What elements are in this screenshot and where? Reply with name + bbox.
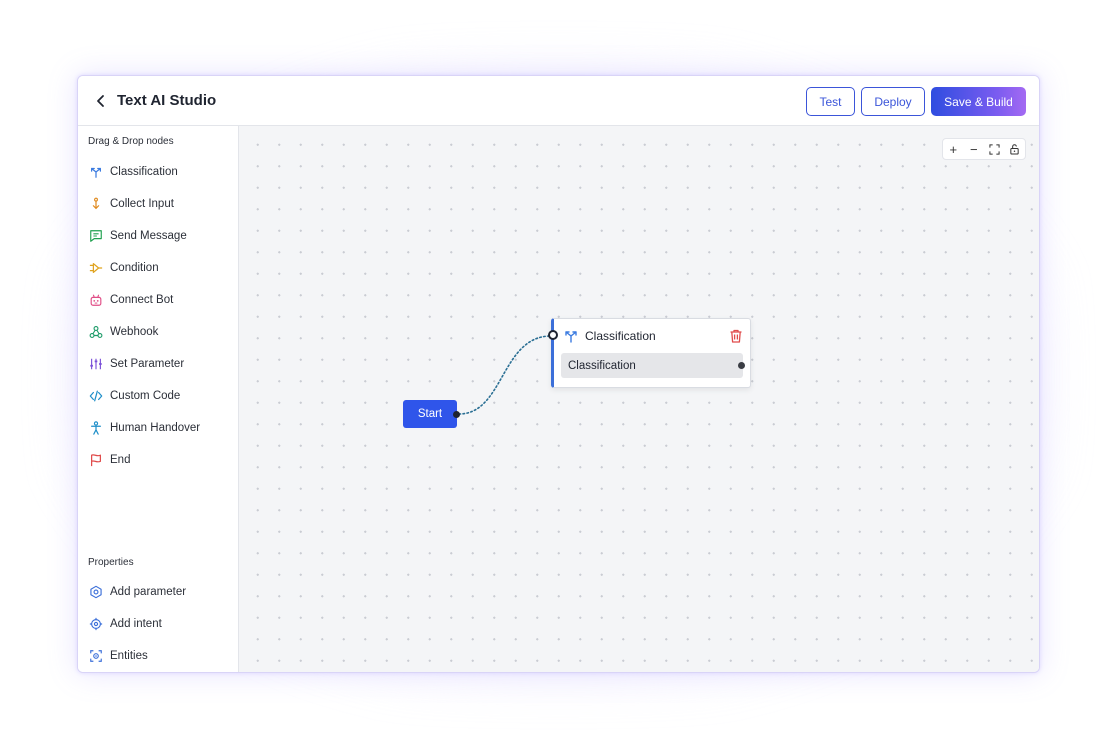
property-item-entities[interactable]: Entities: [88, 646, 228, 666]
nodes-section-title: Drag & Drop nodes: [88, 136, 174, 147]
classification-output-handle[interactable]: [738, 362, 745, 369]
add-parameter-icon: [88, 584, 104, 600]
start-node-output-handle[interactable]: [453, 411, 460, 418]
node-item-human-handover[interactable]: Human Handover: [88, 418, 228, 438]
classification-icon: [563, 328, 579, 344]
connect-bot-icon: [88, 292, 104, 308]
end-flag-icon: [88, 452, 104, 468]
collect-input-icon: [88, 196, 104, 212]
app-window: Text AI Studio Test Deploy Save & Build …: [77, 75, 1040, 673]
save-build-button[interactable]: Save & Build: [931, 87, 1026, 116]
node-item-set-parameter[interactable]: Set Parameter: [88, 354, 228, 374]
connection-edge: [458, 335, 552, 415]
properties-section-title: Properties: [88, 557, 134, 568]
condition-icon: [88, 260, 104, 276]
back-arrow-icon[interactable]: [93, 93, 109, 109]
node-item-classification[interactable]: Classification: [88, 162, 228, 182]
node-item-label: Connect Bot: [110, 294, 174, 306]
zoom-in-button[interactable]: +: [943, 139, 964, 159]
start-node[interactable]: Start: [403, 400, 457, 428]
classification-node[interactable]: Classification Classification: [551, 318, 751, 388]
node-item-collect-input[interactable]: Collect Input: [88, 194, 228, 214]
node-item-condition[interactable]: Condition: [88, 258, 228, 278]
zoom-out-button[interactable]: −: [964, 139, 985, 159]
flow-canvas[interactable]: + − Start Classification Classification: [239, 126, 1039, 672]
node-item-webhook[interactable]: Webhook: [88, 322, 228, 342]
trash-icon[interactable]: [728, 328, 744, 344]
classification-icon: [88, 164, 104, 180]
custom-code-icon: [88, 388, 104, 404]
sidebar: Drag & Drop nodes Classification Collect…: [78, 126, 239, 672]
property-item-label: Entities: [110, 650, 148, 662]
header-bar: Text AI Studio Test Deploy Save & Build: [78, 76, 1039, 126]
property-item-label: Add intent: [110, 618, 162, 630]
human-handover-icon: [88, 420, 104, 436]
property-item-label: Add parameter: [110, 586, 187, 598]
property-item-add-parameter[interactable]: Add parameter: [88, 582, 228, 602]
node-item-send-message[interactable]: Send Message: [88, 226, 228, 246]
page-title: Text AI Studio: [117, 92, 217, 109]
node-item-label: Classification: [110, 166, 178, 178]
classification-item[interactable]: Classification: [561, 353, 743, 378]
node-item-label: Human Handover: [110, 422, 201, 434]
deploy-button[interactable]: Deploy: [861, 87, 925, 116]
node-item-label: Webhook: [110, 326, 159, 338]
node-item-connect-bot[interactable]: Connect Bot: [88, 290, 228, 310]
set-parameter-icon: [88, 356, 104, 372]
send-message-icon: [88, 228, 104, 244]
classification-node-title: Classification: [585, 329, 656, 343]
fit-view-icon[interactable]: [984, 139, 1005, 159]
test-button[interactable]: Test: [806, 87, 855, 116]
node-item-label: Send Message: [110, 230, 187, 242]
node-item-end[interactable]: End: [88, 450, 228, 470]
lock-icon[interactable]: [1005, 139, 1026, 159]
node-item-label: Collect Input: [110, 198, 174, 210]
node-item-label: Condition: [110, 262, 159, 274]
entities-icon: [88, 648, 104, 664]
webhook-icon: [88, 324, 104, 340]
zoom-controls: + −: [942, 138, 1026, 160]
property-item-add-intent[interactable]: Add intent: [88, 614, 228, 634]
node-item-custom-code[interactable]: Custom Code: [88, 386, 228, 406]
classification-input-handle[interactable]: [548, 330, 558, 340]
add-intent-icon: [88, 616, 104, 632]
node-item-label: Set Parameter: [110, 358, 185, 370]
node-item-label: Custom Code: [110, 390, 181, 402]
node-item-label: End: [110, 454, 131, 466]
